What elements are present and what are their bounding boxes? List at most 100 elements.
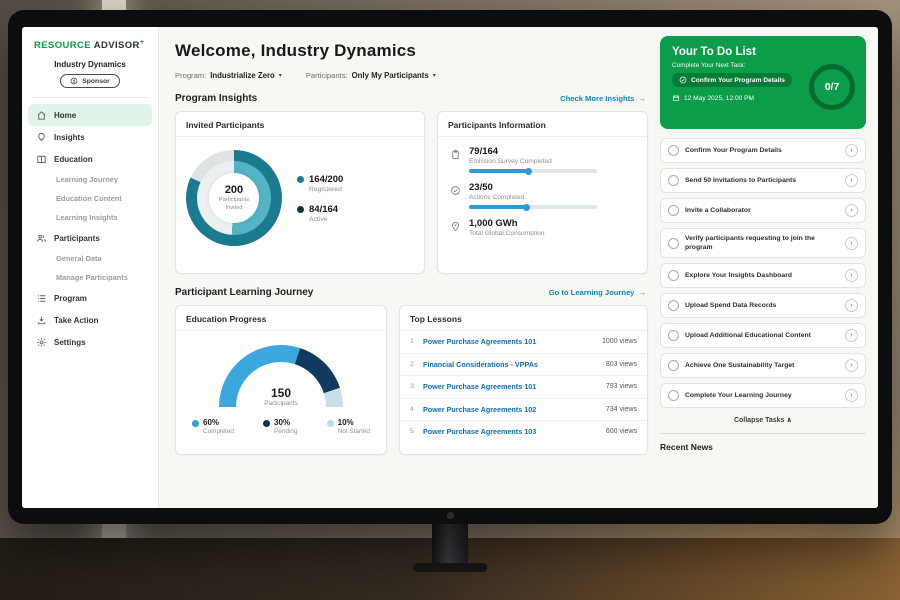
lesson-title-link[interactable]: Financial Considerations - VPPAs — [423, 360, 606, 369]
chevron-right-icon[interactable]: › — [845, 389, 858, 402]
task-checkbox[interactable] — [668, 238, 679, 249]
task-checkbox[interactable] — [668, 175, 679, 186]
sidebar-item-manage-participants[interactable]: Manage Participants — [28, 268, 152, 287]
info-value: 1,000 GWh — [469, 218, 545, 229]
home-icon — [36, 110, 47, 121]
task-row-confirm-program[interactable]: Confirm Your Program Details › — [660, 138, 866, 163]
sidebar-item-label: Take Action — [54, 316, 98, 325]
program-filter[interactable]: Program: Industrialize Zero ▾ — [175, 71, 282, 80]
info-label: Actions Completed — [469, 194, 597, 201]
sidebar-item-label: Manage Participants — [56, 273, 128, 282]
task-row-complete-learning-journey[interactable]: Complete Your Learning Journey › — [660, 383, 866, 408]
chevron-right-icon[interactable]: › — [845, 269, 858, 282]
sidebar-item-education-content[interactable]: Education Content — [28, 189, 152, 208]
logo-advisor: ADVISOR — [94, 40, 140, 51]
todo-card: Your To Do List Complete Your Next Task:… — [660, 36, 866, 129]
section-title: Program Insights — [175, 93, 257, 104]
gauge-center: 150 Participants — [219, 386, 343, 407]
list-icon — [36, 293, 47, 304]
chevron-right-icon[interactable]: › — [845, 299, 858, 312]
task-label: Verify participants requesting to join t… — [685, 234, 839, 252]
sidebar-item-settings[interactable]: Settings — [28, 331, 152, 353]
lesson-title-link[interactable]: Power Purchase Agreements 102 — [423, 405, 606, 414]
legend-value: 84/164 — [309, 204, 338, 215]
task-checkbox[interactable] — [668, 300, 679, 311]
progress-fill — [469, 205, 528, 209]
task-row-verify-participants[interactable]: Verify participants requesting to join t… — [660, 228, 866, 258]
lesson-views: 793 views — [606, 383, 637, 390]
donut-center: 200 Participants Invited — [186, 150, 282, 246]
main-area: Welcome, Industry Dynamics Program: Indu… — [159, 27, 878, 508]
chevron-right-icon[interactable]: › — [845, 204, 858, 217]
chevron-right-icon[interactable]: › — [845, 329, 858, 342]
education-gauge: 150 Participants — [219, 345, 343, 407]
task-row-upload-spend-data[interactable]: Upload Spend Data Records › — [660, 293, 866, 318]
task-row-upload-educational-content[interactable]: Upload Additional Educational Content › — [660, 323, 866, 348]
program-filter-value: Industrialize Zero — [210, 71, 275, 80]
sidebar-item-take-action[interactable]: Take Action — [28, 309, 152, 331]
lesson-title-link[interactable]: Power Purchase Agreements 101 — [423, 382, 606, 391]
collapse-label: Collapse Tasks — [734, 417, 784, 424]
sidebar-item-general-data[interactable]: General Data — [28, 249, 152, 268]
collapse-tasks-link[interactable]: Collapse Tasks ∧ — [660, 416, 866, 424]
info-label: Emission Survey Completed — [469, 158, 597, 165]
legend-label: Registered — [309, 186, 343, 193]
sidebar-item-home[interactable]: Home — [28, 104, 152, 126]
legend-dot-registered — [297, 176, 304, 183]
chevron-right-icon[interactable]: › — [845, 237, 858, 250]
bezel-logo-dot — [447, 512, 454, 519]
task-checkbox[interactable] — [668, 145, 679, 156]
legend-dot-not-started — [327, 420, 334, 427]
lesson-rank: 5 — [410, 428, 423, 435]
sidebar-item-program[interactable]: Program — [28, 287, 152, 309]
gauge-center-value: 150 — [219, 386, 343, 400]
task-list: Confirm Your Program Details › Send 50 I… — [660, 138, 866, 408]
task-row-send-invitations[interactable]: Send 50 Invitations to Participants › — [660, 168, 866, 193]
invited-participants-body: 200 Participants Invited 164/200 Registe… — [176, 137, 424, 259]
task-row-invite-collaborator[interactable]: Invite a Collaborator › — [660, 198, 866, 223]
sidebar-item-education[interactable]: Education — [28, 148, 152, 170]
sidebar-item-label: General Data — [56, 254, 102, 263]
sidebar-item-label: Settings — [54, 338, 86, 347]
task-label: Confirm Your Program Details — [685, 146, 839, 155]
insights-cards-row: Invited Participants 200 Participants In… — [175, 111, 648, 274]
link-label: Check More Insights — [560, 94, 634, 103]
legend-label: Not Started — [338, 428, 370, 435]
education-progress-card: Education Progress 150 Participants — [175, 305, 387, 455]
chevron-right-icon[interactable]: › — [845, 144, 858, 157]
sidebar-item-learning-journey[interactable]: Learning Journey — [28, 170, 152, 189]
sidebar-item-learning-insights[interactable]: Learning Insights — [28, 208, 152, 227]
chevron-right-icon[interactable]: › — [845, 174, 858, 187]
logo-resource: RESOURCE — [34, 40, 91, 51]
caret-up-icon: ∧ — [786, 417, 792, 424]
legend-label: Active — [309, 216, 338, 223]
actions-progress-bar — [469, 205, 597, 209]
task-checkbox[interactable] — [668, 330, 679, 341]
lesson-views: 600 views — [606, 428, 637, 435]
task-checkbox[interactable] — [668, 360, 679, 371]
sidebar: RESOURCE ADVISOR+ Industry Dynamics Spon… — [22, 27, 159, 508]
go-to-learning-journey-link[interactable]: Go to Learning Journey → — [549, 288, 646, 297]
task-row-explore-insights[interactable]: Explore Your Insights Dashboard › — [660, 263, 866, 288]
sidebar-item-label: Education Content — [56, 194, 122, 203]
check-more-insights-link[interactable]: Check More Insights → — [560, 94, 646, 103]
task-checkbox[interactable] — [668, 205, 679, 216]
lesson-title-link[interactable]: Power Purchase Agreements 103 — [423, 427, 606, 436]
task-checkbox[interactable] — [668, 270, 679, 281]
chevron-right-icon[interactable]: › — [845, 359, 858, 372]
legend-value: 60% — [203, 418, 234, 427]
legend-dot-completed — [192, 420, 199, 427]
task-row-achieve-target[interactable]: Achieve One Sustainability Target › — [660, 353, 866, 378]
next-task-label: Confirm Your Program Details — [691, 77, 785, 84]
task-checkbox[interactable] — [668, 390, 679, 401]
progress-fill — [469, 169, 530, 173]
sidebar-item-participants[interactable]: Participants — [28, 227, 152, 249]
lesson-rank: 3 — [410, 383, 423, 390]
program-insights-header: Program Insights Check More Insights → — [175, 93, 646, 104]
monitor-stand — [432, 523, 468, 567]
sidebar-item-insights[interactable]: Insights — [28, 126, 152, 148]
lesson-title-link[interactable]: Power Purchase Agreements 101 — [423, 337, 602, 346]
participants-filter[interactable]: Participants: Only My Participants ▾ — [306, 71, 436, 80]
gear-icon — [36, 337, 47, 348]
legend-dot-active — [297, 206, 304, 213]
